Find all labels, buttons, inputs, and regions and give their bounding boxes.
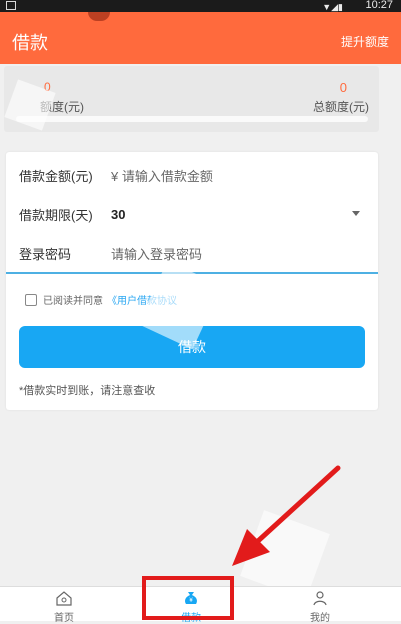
tab-label: 首页: [54, 613, 74, 624]
tab-me[interactable]: 我的: [270, 589, 370, 624]
home-icon: [55, 589, 73, 607]
arrow-shaft: [255, 465, 341, 544]
tab-label: 我的: [310, 613, 330, 624]
annotation-arrow: [232, 465, 341, 566]
annotation-highlight-box: [142, 576, 234, 620]
user-icon: [311, 589, 329, 607]
tab-home[interactable]: 首页: [14, 589, 114, 624]
